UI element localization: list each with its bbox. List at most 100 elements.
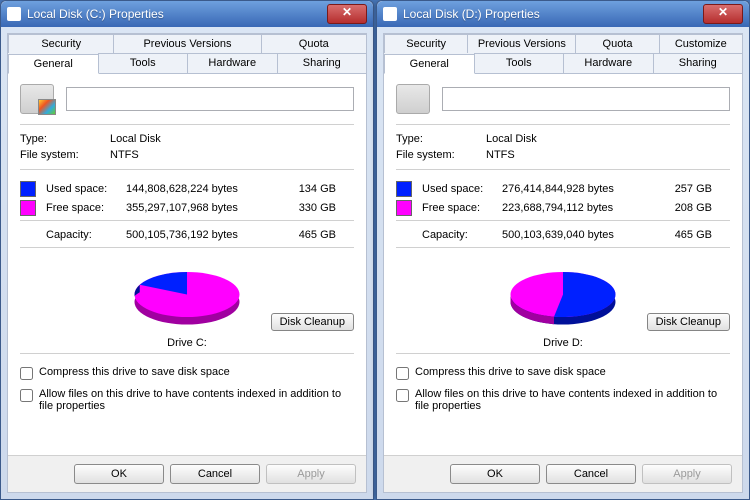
type-value: Local Disk <box>110 133 161 145</box>
tab-sharing[interactable]: Sharing <box>653 53 744 73</box>
compress-label: Compress this drive to save disk space <box>39 366 230 378</box>
divider <box>20 353 354 354</box>
disk-cleanup-button[interactable]: Disk Cleanup <box>271 313 354 331</box>
titlebar[interactable]: Local Disk (C:) Properties ✕ <box>1 1 373 27</box>
tab-strip: Security Previous Versions Quota General… <box>8 34 366 74</box>
used-label: Used space: <box>422 183 502 195</box>
index-label: Allow files on this drive to have conten… <box>415 388 730 412</box>
usage-pie-chart <box>112 260 262 335</box>
pie-label: Drive C: <box>20 337 354 349</box>
tab-general[interactable]: General <box>384 54 475 74</box>
general-panel: Type: Local Disk File system: NTFS Used … <box>8 74 366 455</box>
window-title: Local Disk (C:) Properties <box>27 7 327 21</box>
type-label: Type: <box>396 133 486 145</box>
drive-icon <box>7 7 21 21</box>
capacity-gb: 465 GB <box>276 229 336 241</box>
cancel-button[interactable]: Cancel <box>170 464 260 484</box>
close-button[interactable]: ✕ <box>703 4 743 24</box>
general-panel: Type: Local Disk File system: NTFS Used … <box>384 74 742 455</box>
tab-sharing[interactable]: Sharing <box>277 53 368 73</box>
divider <box>396 220 730 221</box>
dialog-frame: Security Previous Versions Quota Customi… <box>383 33 743 493</box>
drive-large-icon <box>20 84 54 114</box>
free-gb: 330 GB <box>276 202 336 214</box>
free-bytes: 223,688,794,112 bytes <box>502 202 652 214</box>
index-checkbox[interactable] <box>396 389 409 402</box>
tab-security[interactable]: Security <box>8 34 114 53</box>
capacity-label: Capacity: <box>46 229 126 241</box>
ok-button[interactable]: OK <box>450 464 540 484</box>
filesystem-label: File system: <box>396 149 486 161</box>
tab-quota[interactable]: Quota <box>575 34 659 53</box>
used-bytes: 144,808,628,224 bytes <box>126 183 276 195</box>
properties-dialog-d: Local Disk (D:) Properties ✕ Security Pr… <box>376 0 750 500</box>
drive-name-input[interactable] <box>442 87 730 111</box>
divider <box>20 124 354 125</box>
compress-checkbox-row[interactable]: Compress this drive to save disk space <box>20 366 354 380</box>
drive-name-input[interactable] <box>66 87 354 111</box>
drive-large-icon <box>396 84 430 114</box>
filesystem-value: NTFS <box>110 149 139 161</box>
capacity-label: Capacity: <box>422 229 502 241</box>
used-bytes: 276,414,844,928 bytes <box>502 183 652 195</box>
pie-chart-area: Disk Cleanup <box>396 260 730 335</box>
tab-tools[interactable]: Tools <box>98 53 189 73</box>
compress-checkbox[interactable] <box>20 367 33 380</box>
capacity-bytes: 500,105,736,192 bytes <box>126 229 276 241</box>
tab-quota[interactable]: Quota <box>261 34 367 53</box>
divider <box>396 124 730 125</box>
apply-button[interactable]: Apply <box>642 464 732 484</box>
titlebar[interactable]: Local Disk (D:) Properties ✕ <box>377 1 749 27</box>
compress-label: Compress this drive to save disk space <box>415 366 606 378</box>
disk-cleanup-button[interactable]: Disk Cleanup <box>647 313 730 331</box>
index-label: Allow files on this drive to have conten… <box>39 388 354 412</box>
apply-button[interactable]: Apply <box>266 464 356 484</box>
divider <box>396 169 730 170</box>
free-label: Free space: <box>422 202 502 214</box>
close-button[interactable]: ✕ <box>327 4 367 24</box>
dialog-frame: Security Previous Versions Quota General… <box>7 33 367 493</box>
space-section: Used space: 276,414,844,928 bytes 257 GB… <box>396 178 730 243</box>
dialog-button-row: OK Cancel Apply <box>384 455 742 492</box>
free-gb: 208 GB <box>652 202 712 214</box>
compress-checkbox[interactable] <box>396 367 409 380</box>
divider <box>20 247 354 248</box>
properties-dialog-c: Local Disk (C:) Properties ✕ Security Pr… <box>0 0 374 500</box>
type-value: Local Disk <box>486 133 537 145</box>
tab-customize[interactable]: Customize <box>659 34 743 53</box>
tab-security[interactable]: Security <box>384 34 468 53</box>
tab-previous-versions[interactable]: Previous Versions <box>467 34 576 53</box>
divider <box>396 247 730 248</box>
used-swatch-icon <box>396 181 412 197</box>
dialog-button-row: OK Cancel Apply <box>8 455 366 492</box>
free-swatch-icon <box>396 200 412 216</box>
tab-tools[interactable]: Tools <box>474 53 565 73</box>
free-bytes: 355,297,107,968 bytes <box>126 202 276 214</box>
divider <box>20 220 354 221</box>
drive-icon <box>383 7 397 21</box>
type-label: Type: <box>20 133 110 145</box>
index-checkbox-row[interactable]: Allow files on this drive to have conten… <box>20 388 354 412</box>
filesystem-value: NTFS <box>486 149 515 161</box>
capacity-gb: 465 GB <box>652 229 712 241</box>
free-swatch-icon <box>20 200 36 216</box>
window-title: Local Disk (D:) Properties <box>403 7 703 21</box>
index-checkbox[interactable] <box>20 389 33 402</box>
used-swatch-icon <box>20 181 36 197</box>
tab-hardware[interactable]: Hardware <box>187 53 278 73</box>
tab-general[interactable]: General <box>8 54 99 74</box>
divider <box>20 169 354 170</box>
compress-checkbox-row[interactable]: Compress this drive to save disk space <box>396 366 730 380</box>
capacity-bytes: 500,103,639,040 bytes <box>502 229 652 241</box>
index-checkbox-row[interactable]: Allow files on this drive to have conten… <box>396 388 730 412</box>
free-label: Free space: <box>46 202 126 214</box>
used-gb: 257 GB <box>652 183 712 195</box>
pie-chart-area: Disk Cleanup <box>20 260 354 335</box>
tab-previous-versions[interactable]: Previous Versions <box>113 34 261 53</box>
cancel-button[interactable]: Cancel <box>546 464 636 484</box>
tab-strip: Security Previous Versions Quota Customi… <box>384 34 742 74</box>
ok-button[interactable]: OK <box>74 464 164 484</box>
tab-hardware[interactable]: Hardware <box>563 53 654 73</box>
pie-label: Drive D: <box>396 337 730 349</box>
filesystem-label: File system: <box>20 149 110 161</box>
